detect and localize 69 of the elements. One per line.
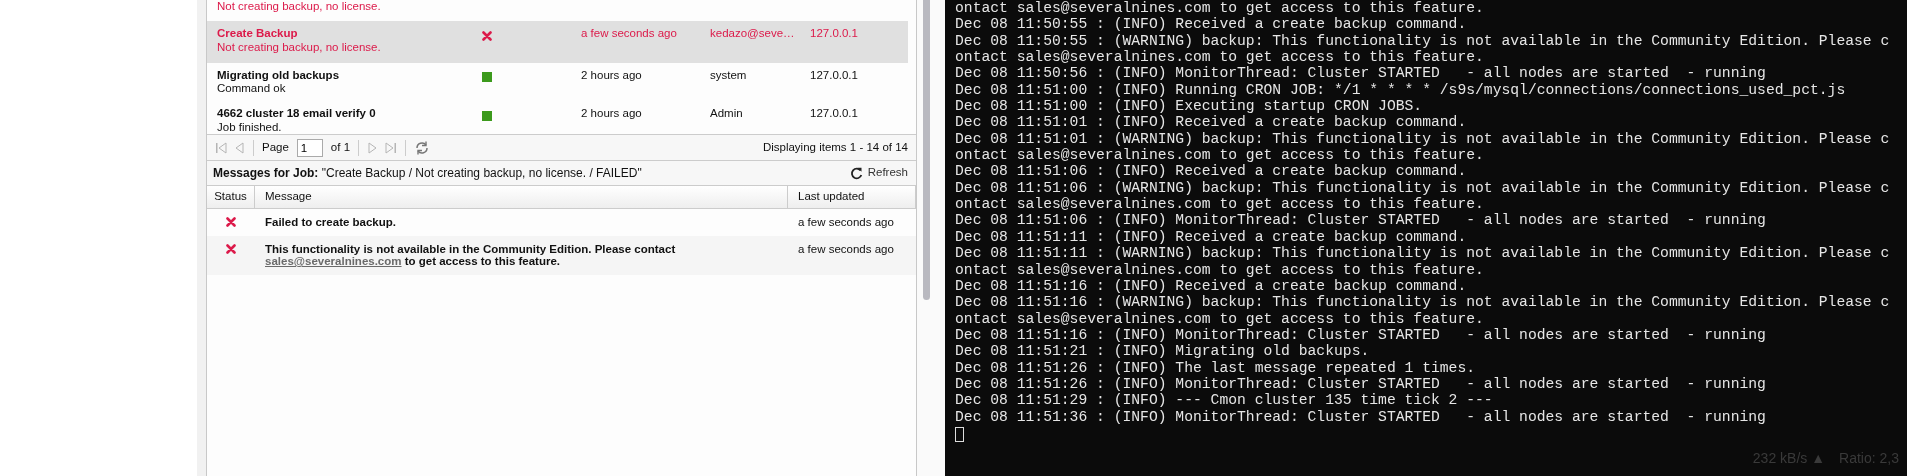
job-ip: 127.0.0.1 <box>810 107 858 119</box>
terminal-line: Dec 08 11:50:55 : (INFO) Received a create backup command. <box>955 16 1468 33</box>
job-ip: 127.0.0.1 <box>810 27 858 39</box>
terminal-line: ontact sales@severalnines.com to get access to this feature. <box>955 261 1485 278</box>
terminal-line: Dec 08 11:51:26 : (INFO) The last message repeated 1 times. <box>955 359 1477 376</box>
job-time: 2 hours ago <box>581 107 642 119</box>
terminal-line: ontact sales@severalnines.com to get access to this feature. <box>955 0 1485 17</box>
terminal-line: Dec 08 11:51:00 : (INFO) Running CRON JOB: */1 * * * * /s9s/mysql/connections/connections_used_pct.js <box>955 81 1847 99</box>
terminal-line: Dec 08 11:51:36 : (INFO) MonitorThread: Cluster STARTED - all nodes are started - running <box>955 408 1767 425</box>
column-header[interactable]: Last updated <box>788 186 916 209</box>
terminal-line: Dec 08 11:51:06 : (WARNING) backup: This functionality is not available in the Community Edition. Please c <box>955 179 1891 197</box>
job-time: 2 hours ago <box>581 68 642 81</box>
page-input[interactable]: 1 <box>296 138 323 157</box>
job-user: Admin <box>710 107 743 119</box>
terminal-line: Dec 08 11:51:00 : (INFO) Executing startup CRON JOBS. <box>955 98 1424 115</box>
scrollbar-thumb[interactable] <box>923 0 930 300</box>
job-ip: 127.0.0.1 <box>810 68 858 81</box>
message-time: a few seconds ago <box>798 216 894 228</box>
terminal-line: ontact sales@severalnines.com to get access to this feature. <box>955 147 1485 164</box>
terminal-line: Dec 08 11:51:06 : (INFO) Received a create backup command. <box>955 163 1468 180</box>
job-row[interactable]: Not creating backup, no license. <box>207 0 908 21</box>
job-message: Not creating backup, no license. <box>217 40 382 54</box>
column-header[interactable]: Message <box>255 186 788 209</box>
job-user: system <box>710 68 747 81</box>
page-count: of 1 <box>330 139 351 155</box>
message-text: This functionality is not available in the Community Edition. Please contact sales@severalnines.com to get access to this feature. <box>265 242 677 268</box>
job-user: kedazo@seve… <box>710 27 795 39</box>
terminal-line: ontact sales@severalnines.com to get access to this feature. <box>955 49 1485 66</box>
terminal-line: Dec 08 11:51:29 : (INFO) --- Cmon cluster 135 time tick 2 --- <box>955 392 1494 409</box>
terminal-line: Dec 08 11:51:06 : (INFO) MonitorThread: Cluster STARTED - all nodes are started - running <box>955 212 1767 229</box>
previous-page-icon[interactable] <box>235 140 245 155</box>
job-title: 4662 cluster 18 email verify 0 <box>217 107 377 121</box>
terminal-line: Dec 08 11:51:26 : (INFO) MonitorThread: Cluster STARTED - all nodes are started - running <box>955 375 1767 393</box>
column-header[interactable]: Status <box>207 186 255 209</box>
last-page-icon[interactable] <box>385 140 398 155</box>
job-row[interactable]: Migrating old backups Command ok 2 hours ago system 127.0.0.1 <box>207 62 908 104</box>
message-time: a few seconds ago <box>798 242 894 255</box>
splitter-bar[interactable] <box>197 0 207 476</box>
terminal-line: ontact sales@severalnines.com to get access to this feature. <box>955 310 1485 327</box>
terminal-cursor <box>955 426 964 442</box>
next-page-icon[interactable] <box>367 140 378 155</box>
terminal-line: Dec 08 11:51:16 : (INFO) MonitorThread: Cluster STARTED - all nodes are started - running <box>955 326 1767 344</box>
refresh-button[interactable]: Refresh <box>849 164 908 182</box>
terminal-line: ontact sales@severalnines.com to get access to this feature. <box>955 196 1485 213</box>
job-row[interactable]: Create Backup Not creating backup, no license. a few seconds ago kedazo@seve… 127.0.0.1 <box>207 21 908 63</box>
job-time: a few seconds ago <box>581 27 677 39</box>
terminal-line: Dec 08 11:51:11 : (WARNING) backup: This functionality is not available in the Community Edition. Please c <box>955 245 1891 262</box>
terminal-line: Dec 08 11:50:56 : (INFO) MonitorThread: Cluster STARTED - all nodes are started - running <box>955 65 1767 82</box>
pager-summary: Displaying items 1 - 14 of 14 <box>762 139 908 155</box>
first-page-icon[interactable] <box>215 140 227 155</box>
job-row[interactable]: 4662 cluster 18 email verify 0 Job finished. 2 hours ago Admin 127.0.0.1 <box>207 104 908 134</box>
job-message: Command ok <box>217 82 287 96</box>
terminal-line: Dec 08 11:51:21 : (INFO) Migrating old backups. <box>955 343 1371 360</box>
page-label: Page <box>262 139 289 155</box>
terminal-line: Dec 08 11:50:55 : (WARNING) backup: This functionality is not available in the Community Edition. Please c <box>955 32 1891 50</box>
terminal-line: Dec 08 11:51:01 : (INFO) Received a create backup command. <box>955 114 1468 131</box>
job-message: Not creating backup, no license. <box>217 0 382 14</box>
job-title: Create Backup <box>217 27 299 41</box>
terminal-line: Dec 08 11:51:01 : (WARNING) backup: This functionality is not available in the Community Edition. Please c <box>955 130 1891 148</box>
job-message: Job finished. <box>217 120 283 134</box>
terminal-line: Dec 08 11:51:16 : (WARNING) backup: This functionality is not available in the Community Edition. Please c <box>955 294 1891 311</box>
refresh-icon[interactable] <box>414 139 431 156</box>
message-text: Failed to create backup. <box>265 216 397 229</box>
terminal-line: Dec 08 11:51:16 : (INFO) Received a create backup command. <box>955 277 1468 295</box>
refresh-icon <box>849 166 863 180</box>
job-title: Migrating old backups <box>217 68 341 82</box>
terminal-line: Dec 08 11:51:11 : (INFO) Received a create backup command. <box>955 228 1468 246</box>
email-link[interactable]: sales@severalnines.com <box>265 255 402 267</box>
messages-title: Messages for Job: "Create Backup / Not creating backup, no license. / FAILED" <box>213 165 642 182</box>
